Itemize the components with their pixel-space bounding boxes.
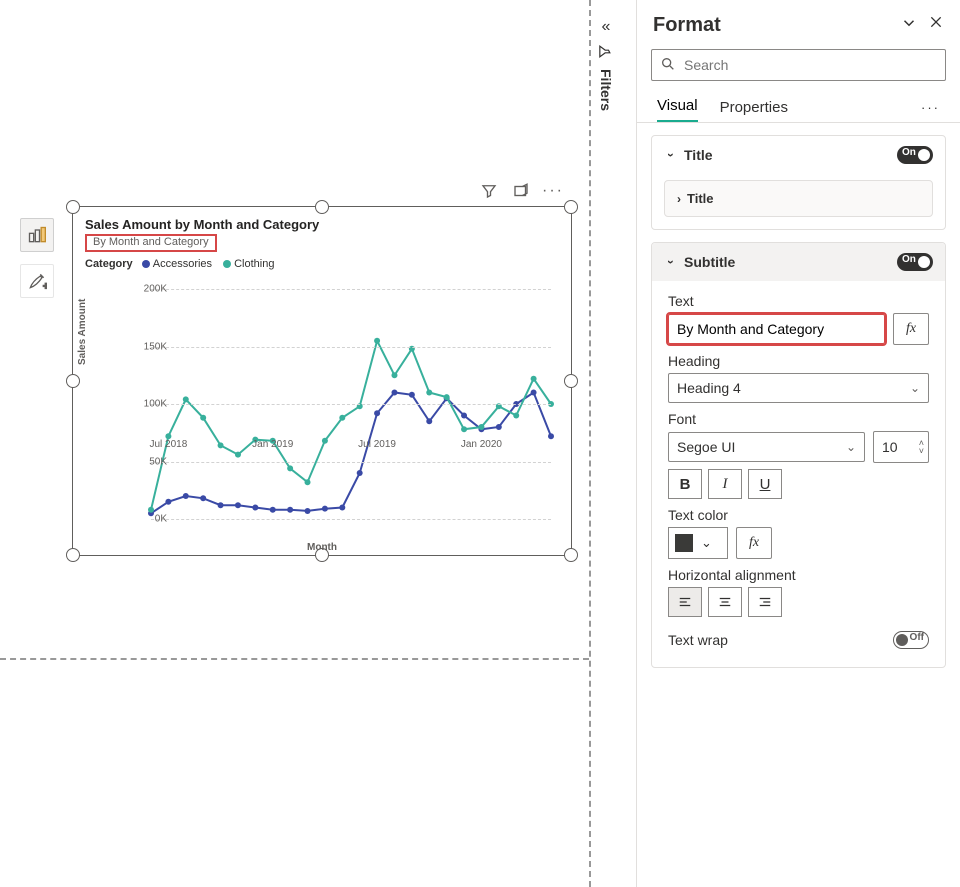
horizontal-alignment-label: Horizontal alignment — [668, 567, 929, 583]
title-subheader[interactable]: › Title — [664, 180, 933, 217]
text-wrap-toggle[interactable]: Off — [893, 631, 929, 649]
format-pane: Format Visual Properties ··· › Title On — [636, 0, 960, 887]
heading-field-label: Heading — [668, 353, 929, 369]
title-card-label: Title — [684, 147, 897, 163]
text-color-picker[interactable]: ⌄ — [668, 527, 728, 559]
visualizations-side-button[interactable] — [20, 218, 54, 252]
fx-button[interactable]: fx — [736, 527, 772, 559]
more-options-icon[interactable]: ··· — [544, 182, 562, 200]
tabs-more-icon[interactable]: ··· — [921, 100, 940, 115]
chevron-down-icon: ⌄ — [910, 381, 920, 395]
font-family-select[interactable]: Segoe UI ⌄ — [668, 432, 865, 462]
chart-plot-area — [151, 289, 551, 519]
canvas-side-toolbar: + — [20, 218, 54, 298]
x-axis-label: Month — [307, 542, 337, 553]
legend-item-label: Clothing — [234, 258, 274, 270]
bold-button[interactable]: B — [668, 469, 702, 499]
resize-handle[interactable] — [66, 374, 80, 388]
format-scroll-area[interactable]: › Title On › Title › Subtitle On Text — [637, 123, 960, 887]
filters-collapsed-tab[interactable]: « Filters — [598, 18, 614, 111]
resize-handle[interactable] — [564, 374, 578, 388]
subtitle-card: › Subtitle On Text fx Heading Heading 4 … — [651, 242, 946, 668]
subtitle-card-header[interactable]: › Subtitle On — [652, 243, 945, 281]
legend-title: Category — [85, 258, 133, 270]
legend-swatch — [142, 260, 150, 268]
search-icon — [660, 56, 676, 75]
tab-properties[interactable]: Properties — [720, 93, 788, 122]
format-tabs: Visual Properties ··· — [637, 87, 960, 123]
resize-handle[interactable] — [315, 200, 329, 214]
chart-visual-frame: Sales Amount by Month and Category By Mo… — [72, 206, 572, 556]
chevron-down-icon[interactable] — [900, 14, 918, 37]
italic-button[interactable]: I — [708, 469, 742, 499]
font-size-stepper[interactable]: 10 ˄˅ — [873, 431, 929, 463]
close-icon[interactable] — [928, 14, 944, 37]
resize-handle[interactable] — [66, 200, 80, 214]
filter-icon — [597, 44, 616, 60]
search-container[interactable] — [651, 49, 946, 81]
canvas-bottom-edge — [0, 658, 589, 660]
chart-visual-container[interactable]: ··· Sales Amount by Month and Category B… — [72, 206, 572, 556]
focus-mode-icon[interactable] — [512, 182, 530, 200]
title-card: › Title On › Title — [651, 135, 946, 230]
format-pane-header: Format — [637, 0, 960, 43]
visual-header-actions: ··· — [480, 182, 562, 200]
chevron-down-icon: › — [664, 148, 678, 162]
heading-value: Heading 4 — [677, 380, 741, 396]
title-card-header[interactable]: › Title On — [652, 136, 945, 174]
title-sub-label: Title — [687, 191, 714, 206]
subtitle-text-input[interactable] — [668, 314, 885, 344]
subtitle-toggle[interactable]: On — [897, 253, 933, 271]
resize-handle[interactable] — [564, 200, 578, 214]
resize-handle[interactable] — [564, 548, 578, 562]
search-input[interactable] — [684, 54, 937, 76]
align-left-button[interactable] — [668, 587, 702, 617]
filters-label: Filters — [598, 69, 614, 111]
chevron-right-icon: › — [677, 192, 681, 206]
chart-subtitle: By Month and Category — [85, 234, 217, 252]
font-size-value: 10 — [882, 439, 898, 455]
font-family-value: Segoe UI — [677, 439, 735, 455]
format-side-button[interactable]: + — [20, 264, 54, 298]
heading-select[interactable]: Heading 4 ⌄ — [668, 373, 929, 403]
chevron-down-icon: ⌄ — [701, 535, 712, 551]
legend-swatch — [223, 260, 231, 268]
chart-legend: Category Accessories Clothing — [73, 256, 571, 270]
subtitle-card-label: Subtitle — [684, 254, 897, 270]
tab-visual[interactable]: Visual — [657, 91, 698, 123]
align-center-button[interactable] — [708, 587, 742, 617]
legend-item-label: Accessories — [153, 258, 212, 270]
font-field-label: Font — [668, 411, 929, 427]
text-color-label: Text color — [668, 507, 929, 523]
chevron-down-icon: ⌄ — [846, 440, 856, 454]
fx-button[interactable]: fx — [893, 313, 929, 345]
align-right-button[interactable] — [748, 587, 782, 617]
app-root: + ··· Sales Amount by Month and Category — [0, 0, 960, 887]
filter-icon[interactable] — [480, 182, 498, 200]
stepper-down-icon[interactable]: ˅ — [919, 447, 924, 455]
color-swatch-preview — [675, 534, 693, 552]
underline-button[interactable]: U — [748, 469, 782, 499]
subtitle-card-body: Text fx Heading Heading 4 ⌄ Font Segoe U… — [652, 281, 945, 667]
text-wrap-label: Text wrap — [668, 632, 728, 648]
title-toggle[interactable]: On — [897, 146, 933, 164]
svg-text:+: + — [43, 281, 47, 291]
resize-handle[interactable] — [66, 548, 80, 562]
format-pane-title: Format — [653, 14, 900, 37]
y-axis-label: Sales Amount — [77, 299, 88, 365]
canvas-right-edge — [589, 0, 591, 887]
chevron-down-icon: › — [664, 255, 678, 269]
text-field-label: Text — [668, 293, 929, 309]
expand-filters-icon[interactable]: « — [602, 18, 611, 36]
